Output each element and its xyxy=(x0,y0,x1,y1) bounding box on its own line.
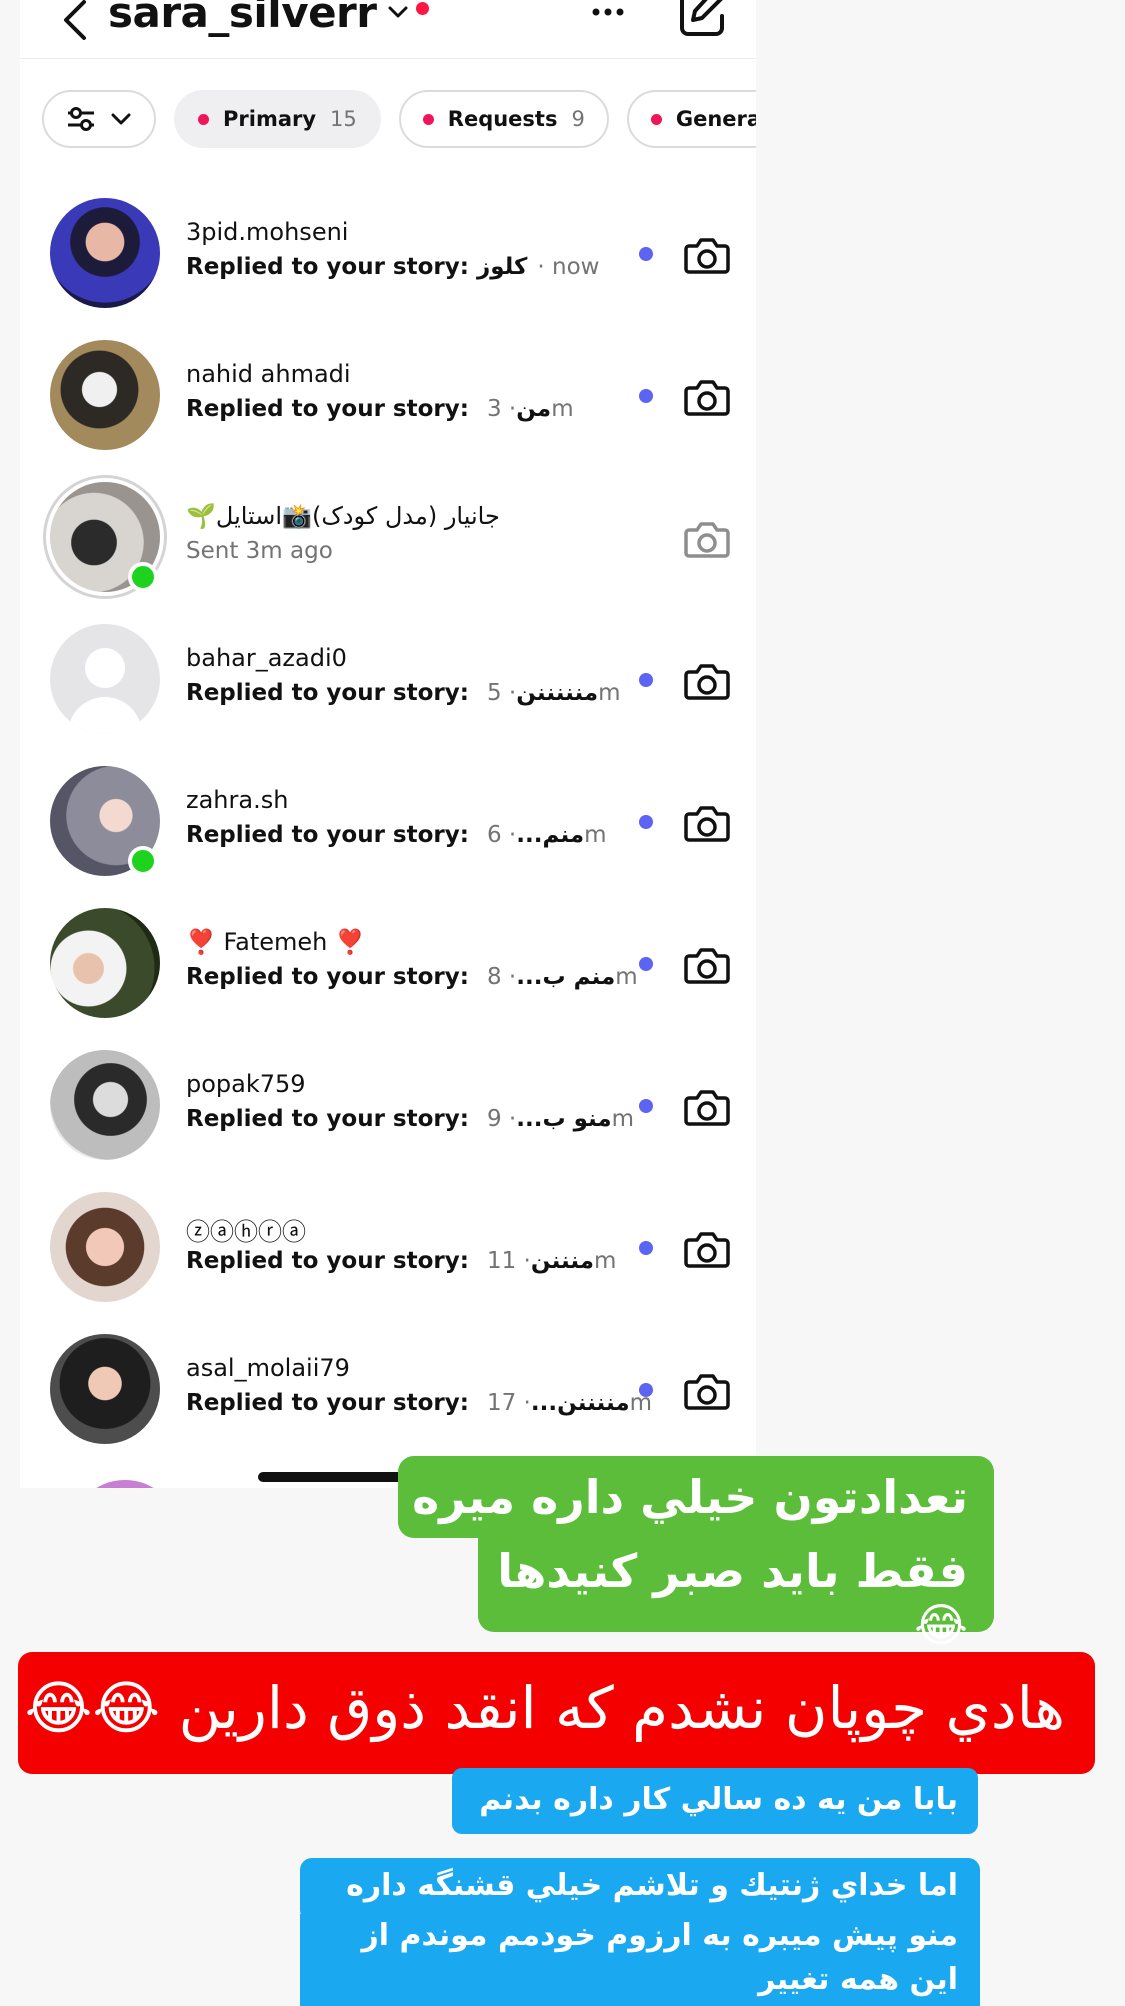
thread-username: asal_molaii79 xyxy=(186,1354,350,1382)
chip-count: 15 xyxy=(330,107,357,131)
chip-label: General xyxy=(675,107,756,131)
avatar xyxy=(50,1050,160,1160)
online-indicator xyxy=(128,562,158,592)
unread-indicator xyxy=(639,815,653,829)
chevron-down-icon xyxy=(111,113,131,125)
text-sticker: تعدادتون خيلي داره ميره بالا xyxy=(398,1456,994,1578)
avatar xyxy=(70,1480,180,1488)
default-avatar-icon xyxy=(68,648,142,734)
thread-username: ⓩⓐⓗⓡⓐ xyxy=(186,1218,306,1246)
camera-icon[interactable] xyxy=(682,1366,732,1416)
chip-label: Requests xyxy=(447,107,558,131)
thread-username: popak759 xyxy=(186,1070,306,1098)
unread-indicator xyxy=(639,1099,653,1113)
thread-preview: Replied to your story: منم ب...· 8m xyxy=(186,964,638,990)
chip-requests[interactable]: Requests 9 xyxy=(398,90,609,148)
text-sticker: اين همه تغيير xyxy=(300,1960,980,2006)
account-switcher[interactable]: sara_silverr xyxy=(108,0,430,42)
account-username: sara_silverr xyxy=(108,0,377,37)
text-sticker: اما خداي ژنتيك و تلاشم خيلي قشنگه داره xyxy=(300,1858,980,1922)
thread-preview: Sent 3m ago xyxy=(186,538,333,564)
back-arrow-icon[interactable] xyxy=(56,0,96,42)
thread-row[interactable]: bahar_azadi0 Replied to your story: مننن… xyxy=(20,624,756,766)
thread-row[interactable]: nahid ahmadi Replied to your story: من· … xyxy=(20,340,756,482)
unread-indicator xyxy=(639,389,653,403)
chip-label: Primary xyxy=(223,107,317,131)
avatar xyxy=(50,340,160,450)
edit-icon[interactable] xyxy=(678,0,728,38)
thread-row[interactable]: 🌱جانیار (مدل کودک)📸استایل Sent 3m ago xyxy=(20,482,756,624)
filter-chips: Primary 15 Requests 9 General 4 xyxy=(42,90,756,152)
thread-username: ❣️ Fatemeh ❣️ xyxy=(186,928,365,956)
unread-dot xyxy=(650,113,662,125)
inbox-header: sara_silverr xyxy=(20,0,756,59)
unread-dot xyxy=(422,113,434,125)
avatar xyxy=(50,624,160,734)
text-sticker: فقط بايد صبر كنيدها 😂 xyxy=(478,1530,994,1652)
camera-icon[interactable] xyxy=(682,798,732,848)
camera-icon[interactable] xyxy=(682,514,732,564)
thread-username: 🌱جانیار (مدل کودک)📸استایل xyxy=(186,502,500,530)
chip-primary[interactable]: Primary 15 xyxy=(174,90,381,148)
avatar xyxy=(50,908,160,1018)
camera-icon[interactable] xyxy=(682,1224,732,1274)
camera-icon[interactable] xyxy=(682,656,732,706)
avatar xyxy=(50,766,160,876)
thread-preview: Replied to your story: منننننن· 5m xyxy=(186,680,621,706)
thread-row[interactable]: ⓩⓐⓗⓡⓐ Replied to your story: منننن· 11m xyxy=(20,1192,756,1334)
thread-username: nahid ahmadi xyxy=(186,360,351,388)
unread-indicator xyxy=(639,1241,653,1255)
thread-preview: Replied to your story: منننن· 11m xyxy=(186,1248,617,1274)
avatar xyxy=(50,1192,160,1302)
unread-indicator xyxy=(639,957,653,971)
camera-icon[interactable] xyxy=(682,940,732,990)
unread-dot xyxy=(198,113,209,125)
unread-indicator xyxy=(639,1383,653,1397)
chevron-down-icon xyxy=(388,6,408,18)
thread-row[interactable]: 3pid.mohseni Replied to your story: کلوز… xyxy=(20,198,756,340)
filter-settings-button[interactable] xyxy=(42,90,156,148)
avatar xyxy=(50,1334,160,1444)
thread-preview: Replied to your story: من· 3m xyxy=(186,396,574,422)
camera-icon[interactable] xyxy=(682,230,732,280)
text-sticker: هادي چوپان نشدم كه انقد ذوق دارين 😂😂 xyxy=(18,1652,1095,1774)
thread-username: zahra.sh xyxy=(186,786,289,814)
avatar xyxy=(50,198,160,308)
thread-row[interactable]: zahra.sh Replied to your story: منم...· … xyxy=(20,766,756,908)
thread-row[interactable]: asal_molaii79 Replied to your story: منن… xyxy=(20,1334,756,1476)
avatar xyxy=(50,482,160,592)
camera-icon[interactable] xyxy=(682,1082,732,1132)
dm-inbox-panel: sara_silverr Primary 15 Requests 9 Gener… xyxy=(20,0,756,1488)
camera-icon[interactable] xyxy=(682,372,732,422)
unread-indicator xyxy=(639,247,653,261)
thread-preview: Replied to your story: منم...· 6m xyxy=(186,822,607,848)
text-sticker: بابا من يه ده سالي كار داره بدنم xyxy=(452,1768,978,1834)
unread-indicator xyxy=(639,673,653,687)
thread-username: 3pid.mohseni xyxy=(186,218,349,246)
thread-preview: Replied to your story: منو ب...· 9m xyxy=(186,1106,635,1132)
thread-username: bahar_azadi0 xyxy=(186,644,347,672)
thread-row[interactable]: popak759 Replied to your story: منو ب...… xyxy=(20,1050,756,1192)
more-icon[interactable] xyxy=(588,0,628,36)
chip-general[interactable]: General 4 xyxy=(626,90,756,148)
sliders-icon xyxy=(68,107,94,131)
online-indicator xyxy=(128,846,158,876)
thread-row[interactable]: ❣️ Fatemeh ❣️ Replied to your story: منم… xyxy=(20,908,756,1050)
chip-count: 9 xyxy=(571,107,585,131)
notification-dot xyxy=(416,1,430,15)
thread-preview: Replied to your story: مننننن...· 17m xyxy=(186,1390,652,1416)
thread-preview: Replied to your story: کلوز · now xyxy=(186,254,600,280)
